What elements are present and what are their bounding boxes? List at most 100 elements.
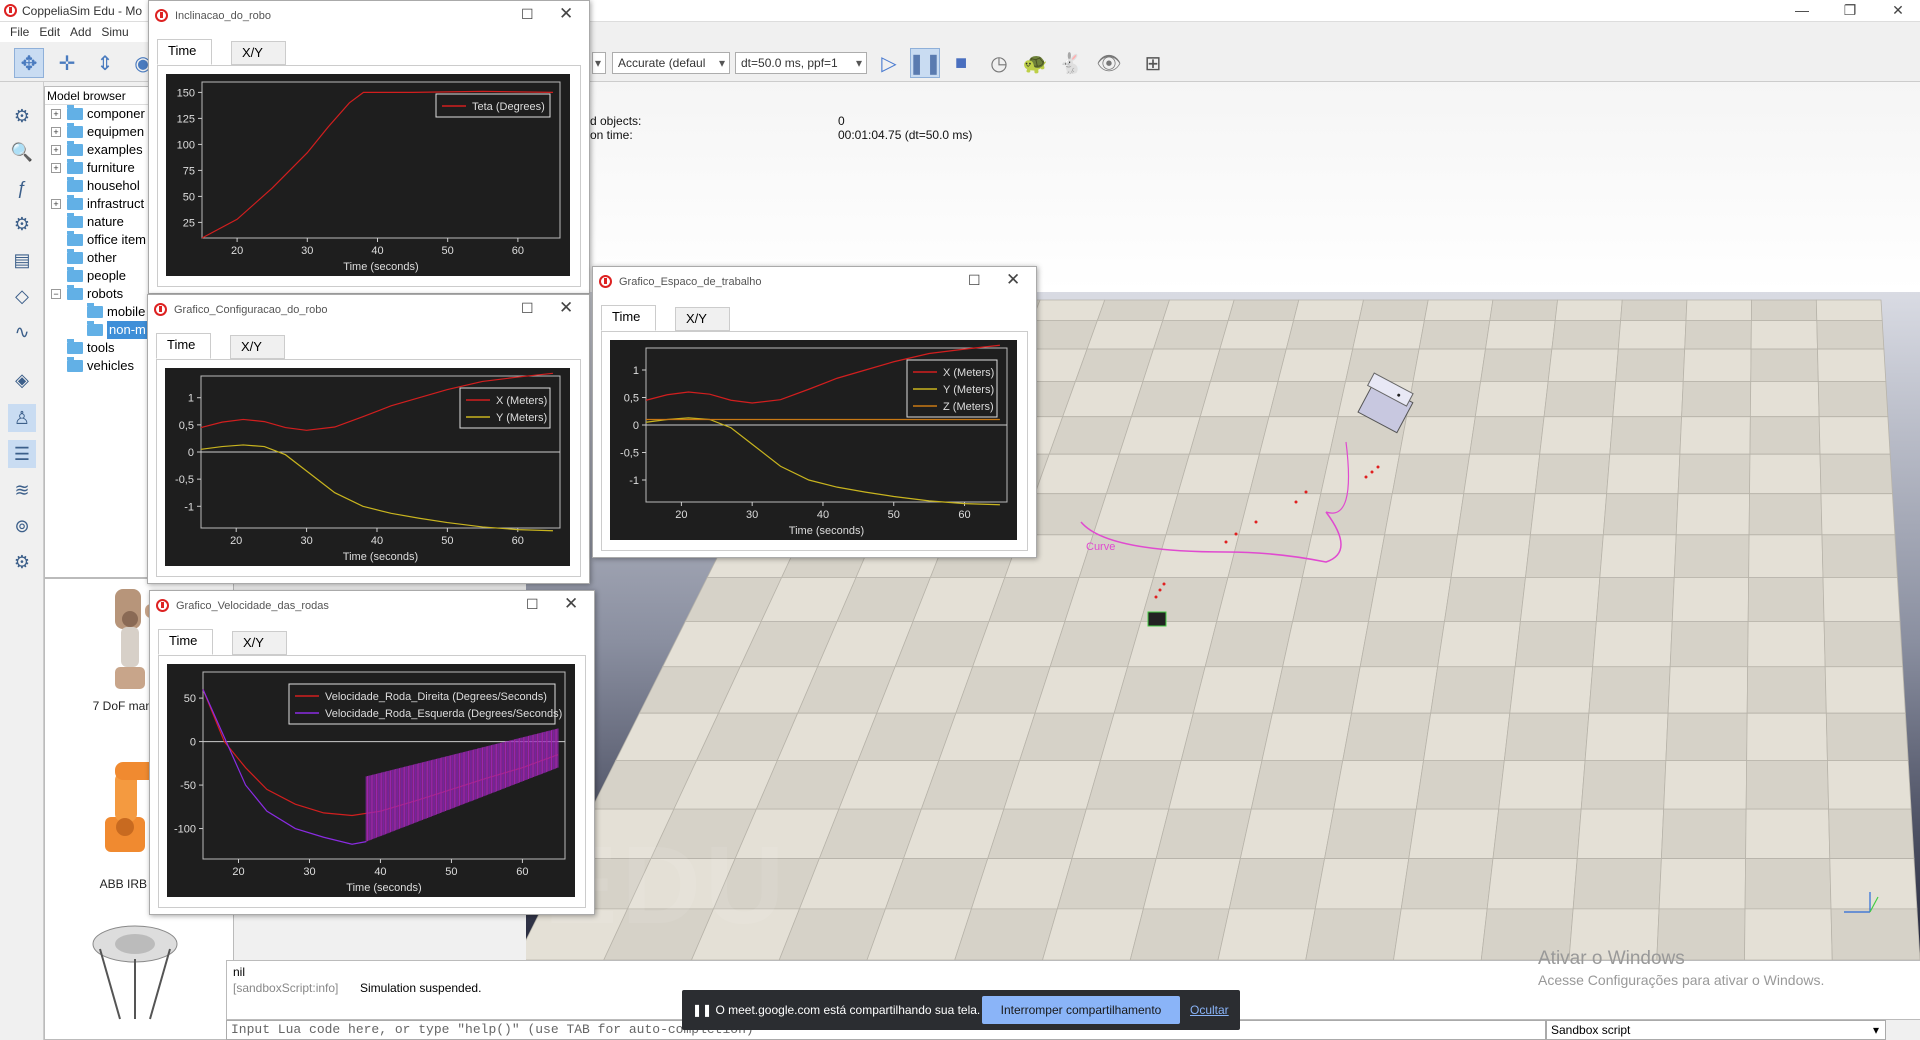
- pause-icon[interactable]: ❚❚: [908, 48, 942, 78]
- folder-icon: [67, 177, 83, 192]
- maximize-icon[interactable]: ☐: [968, 272, 981, 289]
- graph-plot[interactable]: 20 30 40 50 60 25 50 75 100 125 150 Time (seconds) T…: [166, 74, 570, 276]
- expand-icon[interactable]: +: [51, 163, 61, 173]
- graph-window-title-bar[interactable]: Grafico_Velocidade_das_rodas ☐ ✕: [150, 591, 594, 619]
- minimize-icon[interactable]: —: [1782, 2, 1822, 18]
- folder-icon: [67, 141, 83, 156]
- close-icon[interactable]: ✕: [1878, 2, 1918, 19]
- delta-robot-thumbnail[interactable]: [75, 919, 195, 1029]
- graph-window-configuracao[interactable]: Grafico_Configuracao_do_robo ☐ ✕ Time graph…: [147, 294, 590, 584]
- user-settings-icon[interactable]: ⚙: [8, 548, 36, 576]
- coppelia-logo-icon: [4, 4, 17, 17]
- y-tick-label: -1: [629, 475, 639, 487]
- move-camera-icon[interactable]: ✥: [14, 48, 44, 78]
- graph-window-espaco[interactable]: Grafico_Espaco_de_trabalho ☐ ✕ Time graph X/…: [592, 266, 1037, 558]
- folder-icon: [67, 357, 83, 372]
- y-tick-label: 1: [633, 365, 639, 377]
- graph-window-inclinacao[interactable]: Inclinacao_do_robo☐✕Time graphX/Y graph2…: [148, 0, 590, 294]
- tab-time-graph[interactable]: Time graph: [157, 39, 213, 80]
- graph-window-velocidade[interactable]: Grafico_Velocidade_das_rodas ☐ ✕ Time graph…: [149, 590, 595, 915]
- series-line: [645, 417, 1000, 506]
- legend-label: X (Meters): [943, 367, 994, 379]
- axis-gizmo: [1844, 892, 1879, 913]
- graph-plot[interactable]: 20 30 40 50 60 1 0,5 0 -0,5 -1 Time (seconds) X (Me…: [610, 340, 1017, 540]
- menu-edit[interactable]: Edit: [39, 25, 60, 39]
- maximize-icon[interactable]: ☐: [521, 300, 534, 317]
- accuracy-select[interactable]: Accurate (defaul: [612, 52, 730, 74]
- close-icon[interactable]: ✕: [559, 4, 573, 24]
- engine-select[interactable]: [592, 52, 606, 74]
- restore-icon[interactable]: ❐: [1830, 2, 1870, 19]
- stop-sharing-button[interactable]: Interromper compartilhamento: [982, 996, 1180, 1024]
- activate-subtitle: Acesse Configurações para ativar o Windo…: [1538, 972, 1825, 988]
- legend-label: Y (Meters): [943, 384, 994, 396]
- graph-svg: 20 30 40 50 60 25 50 75 100 125 150 Time (seconds) T…: [177, 81, 561, 273]
- x-tick-label: 40: [817, 509, 829, 521]
- tab-xy-graph[interactable]: X/Y graph: [230, 335, 286, 376]
- folder-icon: [67, 195, 83, 210]
- speed-up-rabbit-icon[interactable]: 🐇: [1056, 48, 1086, 78]
- graph-window-title-bar[interactable]: Grafico_Espaco_de_trabalho ☐ ✕: [593, 267, 1036, 295]
- menu-simulation[interactable]: Simu: [101, 25, 128, 39]
- coppelia-logo-icon: [156, 599, 169, 612]
- tab-xy-graph[interactable]: X/Y graph: [231, 41, 287, 82]
- simulation-settings-icon[interactable]: ⚙: [8, 102, 36, 130]
- zoom-camera-icon[interactable]: ⇕: [90, 48, 120, 78]
- expand-icon[interactable]: +: [51, 127, 61, 137]
- maximize-icon[interactable]: ☐: [521, 6, 534, 23]
- folder-icon: [67, 231, 83, 246]
- menu-add[interactable]: Add: [70, 25, 91, 39]
- pages-icon[interactable]: ≋: [8, 476, 36, 504]
- tree-item-label: mobile: [107, 304, 146, 319]
- tree-item-label: househol: [87, 178, 140, 193]
- collections-icon[interactable]: ⚙: [8, 210, 36, 238]
- graph-window-title: Grafico_Espaco_de_trabalho: [619, 276, 762, 288]
- y-tick-label: 150: [177, 87, 195, 99]
- scripts-icon[interactable]: ▤: [8, 246, 36, 274]
- video-recorder-icon[interactable]: ⊚: [8, 512, 36, 540]
- visualization-eye-icon[interactable]: 👁: [1094, 48, 1124, 78]
- play-icon[interactable]: ▷: [874, 48, 904, 78]
- graph-window-title-bar[interactable]: Grafico_Configuracao_do_robo ☐ ✕: [148, 295, 589, 323]
- paths-icon[interactable]: ∿: [8, 318, 36, 346]
- coppelia-logo-icon: [154, 303, 167, 316]
- collapse-icon[interactable]: −: [51, 289, 61, 299]
- close-icon[interactable]: ✕: [559, 298, 573, 318]
- x-tick-label: 60: [512, 245, 524, 257]
- tab-time-graph[interactable]: Time graph: [158, 629, 214, 670]
- close-icon[interactable]: ✕: [1006, 270, 1020, 290]
- tab-xy-graph[interactable]: X/Y graph: [675, 307, 731, 348]
- mobile-robot: [1357, 372, 1414, 434]
- close-icon[interactable]: ✕: [564, 594, 578, 614]
- menu-file[interactable]: File: [10, 25, 29, 39]
- layers-icon[interactable]: ◈: [8, 366, 36, 394]
- tab-time-graph[interactable]: Time graph: [156, 333, 212, 374]
- trail-dots: [1154, 465, 1380, 599]
- maximize-icon[interactable]: ☐: [526, 596, 539, 613]
- legend-label: Z (Meters): [943, 401, 994, 413]
- timestep-select[interactable]: dt=50.0 ms, ppf=1: [735, 52, 867, 74]
- hide-share-link[interactable]: Ocultar: [1190, 1003, 1229, 1017]
- expand-icon[interactable]: +: [51, 145, 61, 155]
- shapes-icon[interactable]: ◇: [8, 282, 36, 310]
- y-tick-label: 75: [183, 165, 195, 177]
- scene-hierarchy-icon[interactable]: ⊞: [1138, 48, 1168, 78]
- slow-down-turtle-icon[interactable]: 🐢: [1020, 48, 1050, 78]
- graph-plot[interactable]: 20 30 40 50 60 50 0 -50 -100 Time (seconds) Veloci…: [167, 664, 575, 897]
- tab-xy-graph[interactable]: X/Y graph: [232, 631, 288, 672]
- script-select[interactable]: Sandbox script: [1546, 1020, 1886, 1040]
- selection-icon[interactable]: 🔍: [8, 138, 36, 166]
- tab-time-graph[interactable]: Time graph: [601, 305, 657, 346]
- expand-icon[interactable]: +: [51, 109, 61, 119]
- rotate-camera-icon[interactable]: ✛: [52, 48, 82, 78]
- tree-item-label: non-m: [107, 321, 148, 339]
- graph-window-title-bar[interactable]: Inclinacao_do_robo ☐ ✕: [149, 1, 589, 29]
- x-tick-label: 60: [516, 866, 528, 878]
- graph-plot[interactable]: 20 30 40 50 60 1 0,5 0 -0,5 -1 Time (seconds) X (Me…: [165, 368, 570, 566]
- model-browser-icon[interactable]: ♙: [8, 404, 36, 432]
- scene-hierarchy-toggle-icon[interactable]: ☰: [8, 440, 36, 468]
- expand-icon[interactable]: +: [51, 199, 61, 209]
- calculation-modules-icon[interactable]: ƒ: [8, 174, 36, 202]
- stop-icon[interactable]: ■: [946, 48, 976, 78]
- realtime-clock-icon[interactable]: ◷: [984, 48, 1014, 78]
